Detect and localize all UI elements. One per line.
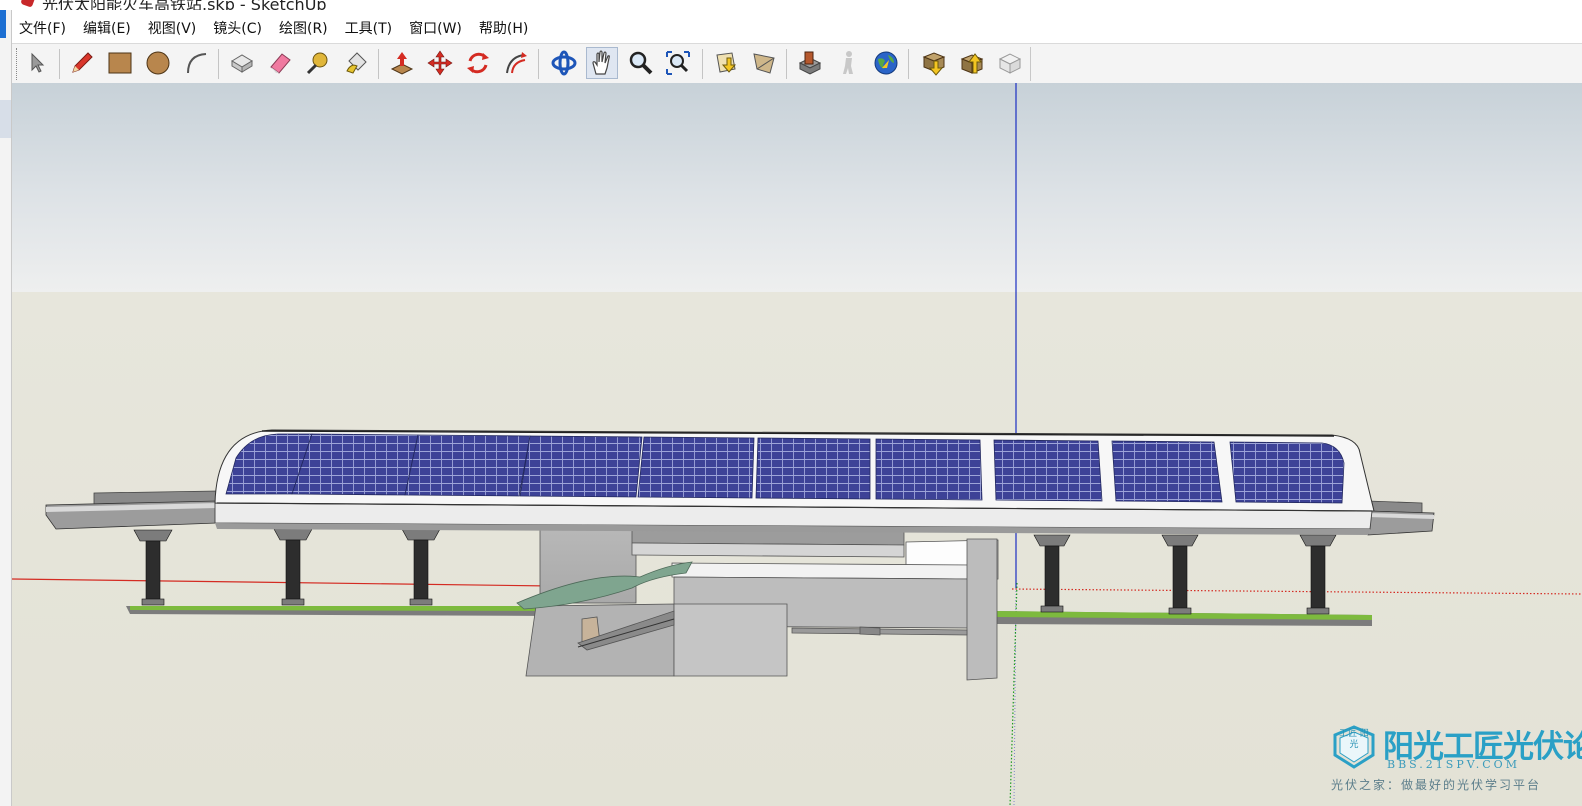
menu-draw[interactable]: 绘图(R) xyxy=(272,18,335,38)
solar-panel-group xyxy=(755,437,871,500)
menu-view[interactable]: 视图(V) xyxy=(141,18,204,38)
solar-panel-group xyxy=(1111,440,1223,503)
share-model-button[interactable] xyxy=(832,47,864,79)
tape-measure-tool-button[interactable] xyxy=(302,47,334,79)
shield-logo-text: 工匠 阳光 xyxy=(1339,729,1369,750)
move-arrows-icon xyxy=(427,50,453,76)
watermark-url: BBS.21SPV.COM xyxy=(1387,758,1520,771)
solar-panel-group xyxy=(291,433,419,496)
watermark-slogan: 光伏之家：做最好的光伏学习平台 xyxy=(1331,778,1542,792)
get-current-view-button[interactable] xyxy=(918,47,950,79)
toolbar-end-divider xyxy=(1030,47,1031,81)
rectangle-icon xyxy=(108,52,132,74)
red-axis xyxy=(12,578,553,587)
component-icon xyxy=(231,54,253,73)
get-models-button[interactable] xyxy=(794,47,826,79)
select-tool-button[interactable] xyxy=(20,47,52,79)
zoom-extents-icon xyxy=(666,51,690,75)
next-view-button[interactable] xyxy=(748,47,780,79)
toolbar-separator xyxy=(378,49,379,79)
right-deck xyxy=(1367,500,1435,536)
sketchup-app-icon xyxy=(20,0,36,8)
paint-bucket-tool-button[interactable] xyxy=(340,47,372,79)
paint-bucket-icon xyxy=(346,52,367,74)
solar-panel-group xyxy=(637,436,755,499)
window-title-bar: 光伏太阳能火车高铁站.skp - SketchUp xyxy=(0,0,1582,10)
toolbar-separator xyxy=(538,49,539,79)
rectangle-tool-button[interactable] xyxy=(104,47,136,79)
taskbar-accent xyxy=(0,10,6,38)
rotate-icon xyxy=(467,52,489,74)
toolbar-separator xyxy=(702,49,703,79)
push-pull-icon xyxy=(390,52,414,75)
side-selection-highlight xyxy=(0,100,11,138)
arc-icon xyxy=(187,53,207,74)
forum-watermark: 工匠 阳光 阳光工匠光伏论坛 BBS.21SPV.COM 光伏之家：做最好的光伏… xyxy=(1331,721,1582,799)
red-axis-dotted xyxy=(1011,588,1582,595)
arrow-cursor-icon xyxy=(31,52,45,73)
push-pull-tool-button[interactable] xyxy=(386,47,418,79)
left-window-edge xyxy=(0,10,12,806)
drawing-viewport[interactable]: 工匠 阳光 阳光工匠光伏论坛 BBS.21SPV.COM 光伏之家：做最好的光伏… xyxy=(12,83,1582,806)
menu-window[interactable]: 窗口(W) xyxy=(402,18,469,38)
model-scene xyxy=(12,83,1582,806)
main-toolbar xyxy=(12,43,1582,84)
follow-me-icon xyxy=(506,52,527,74)
solar-panel-group xyxy=(404,434,531,497)
menu-tools[interactable]: 工具(T) xyxy=(338,18,399,38)
rotate-tool-button[interactable] xyxy=(462,47,494,79)
orbit-tool-button[interactable] xyxy=(548,47,580,79)
globe-icon xyxy=(874,51,898,75)
make-component-button[interactable] xyxy=(226,47,258,79)
next-view-icon xyxy=(753,53,775,74)
solar-panel-group xyxy=(1229,441,1345,504)
move-tool-button[interactable] xyxy=(424,47,456,79)
previous-view-button[interactable] xyxy=(710,47,742,79)
orbit-icon xyxy=(551,50,577,76)
menu-bar: 文件(F) 编辑(E) 视图(V) 镜头(C) 绘图(R) 工具(T) 窗口(W… xyxy=(12,15,538,41)
warehouse-icon xyxy=(798,51,822,75)
follow-me-tool-button[interactable] xyxy=(500,47,532,79)
toggle-terrain-icon xyxy=(960,53,984,74)
left-deck xyxy=(45,490,218,530)
pan-tool-button[interactable] xyxy=(586,47,618,79)
toolbar-separator xyxy=(908,49,909,79)
menu-camera[interactable]: 镜头(C) xyxy=(206,18,269,38)
solar-panel-array xyxy=(225,433,1345,504)
pencil-icon xyxy=(72,52,93,73)
toolbar-separator xyxy=(59,49,60,79)
station-building xyxy=(516,522,999,681)
menu-help[interactable]: 帮助(H) xyxy=(472,18,535,38)
toolbar-separator xyxy=(218,49,219,79)
previous-view-icon xyxy=(716,52,737,73)
tape-measure-icon xyxy=(306,52,328,75)
magnifier-icon xyxy=(629,51,653,75)
eraser-icon xyxy=(270,53,291,74)
toolbar-separator xyxy=(786,49,787,79)
solar-panel-group xyxy=(875,438,983,501)
get-view-icon xyxy=(922,52,946,76)
window-title: 光伏太阳能火车高铁站.skp - SketchUp xyxy=(42,0,327,10)
google-earth-button[interactable] xyxy=(870,47,902,79)
arc-tool-button[interactable] xyxy=(180,47,212,79)
zoom-extents-tool-button[interactable] xyxy=(662,47,694,79)
pencil-tool-button[interactable] xyxy=(66,47,98,79)
eraser-tool-button[interactable] xyxy=(264,47,296,79)
solar-panel-group xyxy=(993,439,1103,502)
menu-edit[interactable]: 编辑(E) xyxy=(76,18,138,38)
place-model-button[interactable] xyxy=(994,47,1026,79)
menu-file[interactable]: 文件(F) xyxy=(12,18,73,38)
place-model-icon xyxy=(998,53,1022,74)
solar-panel-group xyxy=(519,435,643,498)
zoom-tool-button[interactable] xyxy=(624,47,656,79)
figure-icon xyxy=(843,51,853,74)
circle-tool-button[interactable] xyxy=(142,47,174,79)
hand-icon xyxy=(592,50,610,75)
track-bed-left xyxy=(126,606,552,616)
toggle-terrain-button[interactable] xyxy=(956,47,988,79)
circle-icon xyxy=(146,51,170,75)
